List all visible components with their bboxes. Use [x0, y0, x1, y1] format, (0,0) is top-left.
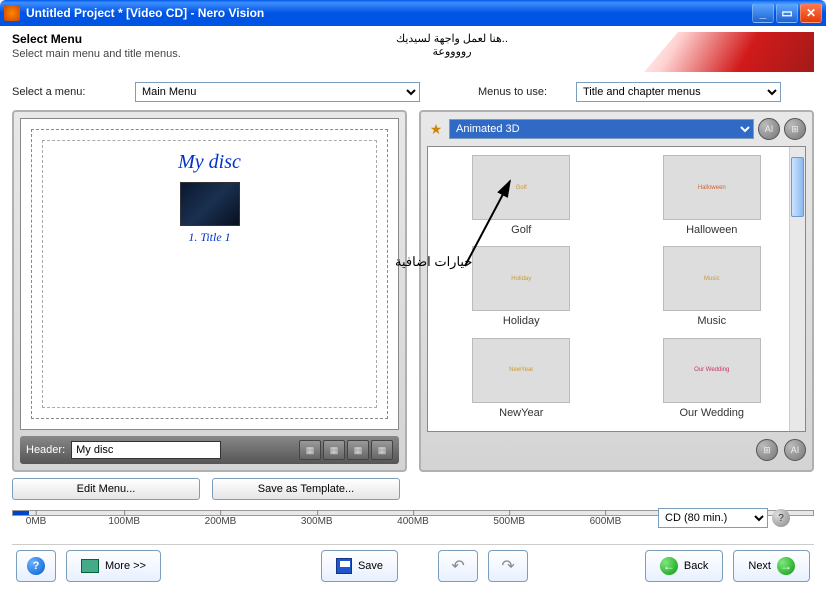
template-scrollbar[interactable] [789, 147, 805, 431]
disc-capacity-combo[interactable]: CD (80 min.) [658, 508, 768, 528]
tick-5: 500MB [493, 516, 525, 527]
disk-icon [81, 559, 99, 573]
help-icon: ? [27, 557, 45, 575]
edit-menu-button[interactable]: Edit Menu... [12, 478, 200, 500]
header-label: Header: [26, 444, 65, 456]
back-button[interactable]: ←Back [645, 550, 723, 582]
tick-6: 600MB [590, 516, 622, 527]
category-combo[interactable]: Animated 3D [449, 119, 754, 139]
template-footer-2[interactable]: AI [784, 439, 806, 461]
title-thumbnail[interactable]: 1. Title 1 [180, 182, 240, 245]
template-item-music[interactable]: Music Music [627, 246, 798, 331]
app-icon [4, 5, 20, 21]
tick-3: 300MB [301, 516, 333, 527]
close-button[interactable]: ✕ [800, 3, 822, 23]
help-button[interactable]: ? [16, 550, 56, 582]
bottom-nav: ? More >> Save ↶ ↷ ←Back Next→ [12, 544, 814, 586]
header-tool-3[interactable]: ▦ [347, 440, 369, 460]
template-item-wedding[interactable]: Our Wedding Our Wedding [627, 338, 798, 423]
menus-to-use-combo[interactable]: Title and chapter menus [576, 82, 781, 102]
minimize-button[interactable]: _ [752, 3, 774, 23]
template-item-halloween[interactable]: Halloween Halloween [627, 155, 798, 240]
title-bar: Untitled Project * [Video CD] - Nero Vis… [0, 0, 826, 26]
header-edit-bar: Header: ▦ ▦ ▦ ▦ [20, 436, 399, 464]
template-grid: Golf Golf Halloween Halloween Holiday Ho… [427, 146, 806, 432]
star-icon: ★ [427, 120, 445, 138]
templates-panel: ★ Animated 3D AI ⊞ Golf Golf Halloween H… [419, 110, 814, 472]
tick-4: 400MB [397, 516, 429, 527]
tick-2: 200MB [205, 516, 237, 527]
next-button[interactable]: Next→ [733, 550, 810, 582]
next-arrow-icon: → [777, 557, 795, 575]
select-menu-label: Select a menu: [12, 86, 127, 98]
save-as-template-button[interactable]: Save as Template... [212, 478, 400, 500]
annotation-arrow-text: خيارات اضافية [395, 254, 472, 270]
template-action-1[interactable]: AI [758, 118, 780, 140]
undo-icon: ↶ [451, 556, 464, 576]
header-tool-1[interactable]: ▦ [299, 440, 321, 460]
redo-button[interactable]: ↷ [488, 550, 528, 582]
main-menu-combo[interactable]: Main Menu [135, 82, 420, 102]
template-item-golf[interactable]: Golf Golf [436, 155, 607, 240]
template-action-2[interactable]: ⊞ [784, 118, 806, 140]
save-icon [336, 558, 352, 574]
thumbnail-image [180, 182, 240, 226]
template-item-newyear[interactable]: NewYear NewYear [436, 338, 607, 423]
preview-panel: My disc 1. Title 1 Header: ▦ ▦ ▦ ▦ [12, 110, 407, 472]
header-input[interactable] [71, 441, 221, 459]
scrollbar-thumb[interactable] [791, 157, 804, 217]
more-button[interactable]: More >> [66, 550, 161, 582]
window-title: Untitled Project * [Video CD] - Nero Vis… [26, 6, 752, 20]
tick-1: 100MB [108, 516, 140, 527]
menus-to-use-label: Menus to use: [478, 86, 568, 98]
menu-preview[interactable]: My disc 1. Title 1 [20, 118, 399, 430]
tick-0: 0MB [26, 516, 47, 527]
header-tool-2[interactable]: ▦ [323, 440, 345, 460]
back-arrow-icon: ← [660, 557, 678, 575]
redo-icon: ↷ [501, 556, 514, 576]
disc-title: My disc [53, 151, 366, 174]
annotation-top: هنا لعمل واجهة لسيديك.. رووووعة [352, 32, 552, 58]
maximize-button[interactable]: ▭ [776, 3, 798, 23]
header-tool-4[interactable]: ▦ [371, 440, 393, 460]
undo-button[interactable]: ↶ [438, 550, 478, 582]
template-footer-1[interactable]: ⊞ [756, 439, 778, 461]
capacity-bar: 0MB 100MB 200MB 300MB 400MB 500MB 600MB … [12, 510, 814, 540]
thumbnail-label: 1. Title 1 [180, 230, 240, 245]
capacity-help-icon[interactable]: ? [772, 509, 790, 527]
save-button[interactable]: Save [321, 550, 398, 582]
